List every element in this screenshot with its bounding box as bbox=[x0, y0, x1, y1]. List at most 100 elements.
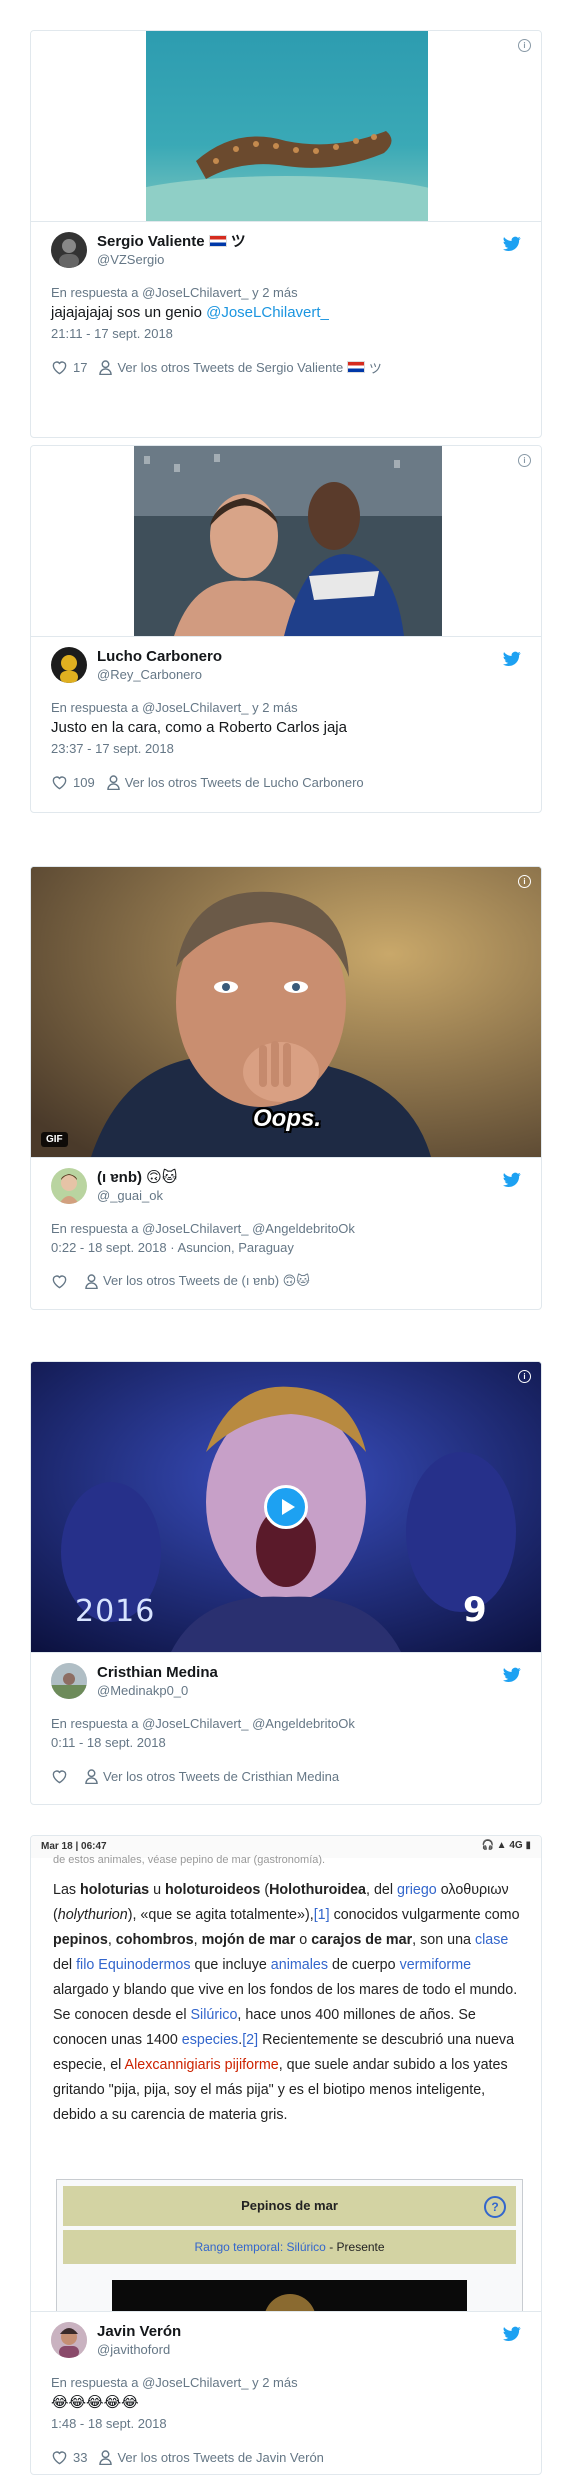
avatar[interactable] bbox=[51, 1663, 87, 1699]
wiki-text-run: conocidos vulgarmente como bbox=[329, 1907, 520, 1923]
battery-icon: ▮ bbox=[525, 1840, 531, 1851]
wiki-link[interactable]: clase bbox=[475, 1932, 508, 1948]
like-button[interactable] bbox=[51, 1769, 73, 1784]
wiki-link[interactable]: Silúrico bbox=[191, 2007, 238, 2023]
status-icons: 🎧 ▲ 4G ▮ bbox=[481, 1840, 531, 1851]
like-button[interactable] bbox=[51, 1274, 73, 1289]
wiki-link[interactable]: filo Equinodermos bbox=[76, 1957, 190, 1973]
person-icon bbox=[99, 2449, 113, 2465]
avatar[interactable] bbox=[51, 1168, 87, 1204]
author-handle[interactable]: @javithoford bbox=[97, 2341, 521, 2358]
play-icon[interactable] bbox=[264, 1485, 308, 1529]
view-other-tweets-link[interactable]: Ver los otros Tweets de (ı ɐnb) 🙃🐱 bbox=[85, 1273, 310, 1289]
author-handle[interactable]: @VZSergio bbox=[97, 251, 521, 268]
wiki-text-run: , bbox=[193, 1932, 202, 1948]
tweet-body: Javin Verón @javithoford En respuesta a … bbox=[31, 2312, 541, 2474]
wiki-text-run: ( bbox=[260, 1882, 270, 1898]
tweet-timestamp[interactable]: 23:37 - 17 sept. 2018 bbox=[51, 740, 521, 758]
like-button[interactable]: 17 bbox=[51, 360, 87, 375]
infobox-title: Pepinos de mar bbox=[241, 2198, 338, 2213]
sea-cucumber-image bbox=[146, 31, 428, 221]
wiki-link[interactable]: especies bbox=[182, 2032, 238, 2048]
wiki-text-run: Holothuroidea bbox=[269, 1882, 366, 1898]
view-other-tweets-link[interactable]: Ver los otros Tweets de Sergio Valiente … bbox=[99, 358, 382, 377]
reply-to-link[interactable]: @JoseLChilavert_ @AngeldebritoOk bbox=[142, 1221, 355, 1236]
avatar[interactable] bbox=[51, 647, 87, 683]
wiki-link[interactable]: [1] bbox=[314, 1907, 330, 1923]
view-other-tweets-link[interactable]: Ver los otros Tweets de Lucho Carbonero bbox=[106, 774, 364, 790]
view-other-tweets-link[interactable]: Ver los otros Tweets de Javin Verón bbox=[99, 2449, 324, 2465]
like-count: 33 bbox=[73, 2449, 88, 2465]
help-icon[interactable]: ? bbox=[484, 2196, 506, 2218]
tweet-timestamp[interactable]: 21:11 - 17 sept. 2018 bbox=[51, 325, 521, 343]
reply-to-link[interactable]: @JoseLChilavert_ @AngeldebritoOk bbox=[142, 1716, 355, 1731]
wiki-link[interactable]: griego bbox=[397, 1882, 437, 1898]
mention-link[interactable]: @JoseLChilavert_ bbox=[206, 304, 329, 321]
like-button[interactable]: 109 bbox=[51, 775, 95, 790]
reply-to-link[interactable]: @JoseLChilavert_ y 2 más bbox=[142, 700, 298, 715]
reply-to-link[interactable]: @JoseLChilavert_ y 2 más bbox=[142, 285, 298, 300]
infobox-range-link[interactable]: Silúrico bbox=[287, 2240, 326, 2254]
person-icon bbox=[106, 774, 120, 790]
reply-context: En respuesta a @JoseLChilavert_ y 2 más bbox=[51, 285, 298, 300]
twitter-bird-icon[interactable] bbox=[503, 2326, 521, 2342]
info-icon[interactable]: i bbox=[518, 1370, 531, 1383]
twitter-bird-icon[interactable] bbox=[503, 1172, 521, 1188]
author-name[interactable]: Cristhian Medina bbox=[97, 1663, 521, 1682]
avatar[interactable] bbox=[51, 2322, 87, 2358]
tweet-card: Oops. GIF i (ı ɐnb) 🙃🐱 @_guai_ok En resp… bbox=[30, 866, 542, 1310]
tweet-body: Cristhian Medina @Medinakp0_0 En respues… bbox=[31, 1653, 541, 1794]
tweet-location[interactable]: Asuncion, Paraguay bbox=[178, 1240, 294, 1255]
wiki-text-run: , del bbox=[366, 1882, 397, 1898]
tweet-text: 😂😂😂😂😂 bbox=[51, 2394, 139, 2411]
tweet-timestamp[interactable]: 0:22 - 18 sept. 2018 · Asuncion, Paragua… bbox=[51, 1239, 521, 1257]
tweet-actions: 109 Ver los otros Tweets de Lucho Carbon… bbox=[51, 764, 521, 800]
heart-icon bbox=[52, 360, 67, 374]
heart-icon bbox=[52, 1769, 67, 1783]
wiki-text-run: , son una bbox=[412, 1932, 475, 1948]
wiki-link[interactable]: vermiforme bbox=[400, 1957, 472, 1973]
reply-to-link[interactable]: @JoseLChilavert_ y 2 más bbox=[142, 2375, 298, 2390]
tweet-media-screenshot[interactable]: Mar 18 | 06:47 🎧 ▲ 4G ▮ de estos animale… bbox=[31, 1836, 541, 2312]
infobox-title-bar: Pepinos de mar ? bbox=[63, 2186, 516, 2226]
gif-badge: GIF bbox=[41, 1132, 68, 1147]
info-icon[interactable]: i bbox=[518, 875, 531, 888]
tweet-media-photo[interactable]: i bbox=[31, 446, 541, 637]
view-other-tweets-link[interactable]: Ver los otros Tweets de Cristhian Medina bbox=[85, 1769, 339, 1784]
tweet-timestamp[interactable]: 1:48 - 18 sept. 2018 bbox=[51, 2415, 521, 2433]
info-icon[interactable]: i bbox=[518, 454, 531, 467]
wiki-link[interactable]: [2] bbox=[242, 2032, 258, 2048]
wiki-link[interactable]: animales bbox=[271, 1957, 328, 1973]
video-watermark-right: 9 bbox=[463, 1590, 487, 1630]
info-icon[interactable]: i bbox=[518, 39, 531, 52]
person-icon bbox=[85, 1273, 98, 1289]
author-handle[interactable]: @Medinakp0_0 bbox=[97, 1682, 521, 1699]
tweet-media-gif[interactable]: Oops. GIF i bbox=[31, 867, 541, 1158]
author-name[interactable]: Sergio Valiente ツ bbox=[97, 232, 521, 251]
like-button[interactable]: 33 bbox=[51, 2450, 87, 2465]
twitter-bird-icon[interactable] bbox=[503, 1667, 521, 1683]
reply-context: En respuesta a @JoseLChilavert_ @Angelde… bbox=[51, 1716, 355, 1731]
wiki-top-note: de estos animales, véase pepino de mar (… bbox=[53, 1854, 326, 1866]
tweet-actions: 17 Ver los otros Tweets de Sergio Valien… bbox=[51, 349, 521, 385]
author-name[interactable]: Javin Verón bbox=[97, 2322, 521, 2341]
infobox-image bbox=[112, 2280, 467, 2311]
wiki-red-link[interactable]: Alexcannigiaris pijiforme bbox=[125, 2057, 279, 2073]
author-handle[interactable]: @_guai_ok bbox=[97, 1187, 521, 1204]
author-handle[interactable]: @Rey_Carbonero bbox=[97, 666, 521, 683]
paraguay-flag-icon bbox=[208, 235, 227, 247]
author-name[interactable]: (ı ɐnb) 🙃🐱 bbox=[97, 1168, 521, 1187]
tweet-body: Sergio Valiente ツ @VZSergio En respuesta… bbox=[31, 222, 541, 385]
author-name[interactable]: Lucho Carbonero bbox=[97, 647, 521, 666]
twitter-bird-icon[interactable] bbox=[503, 651, 521, 667]
wiki-text-run: de cuerpo bbox=[328, 1957, 400, 1973]
headphones-icon: 🎧 bbox=[481, 1840, 494, 1851]
avatar[interactable] bbox=[51, 232, 87, 268]
wiki-text-run: o bbox=[295, 1932, 312, 1948]
wiki-article-paragraph: Las holoturias u holoturoideos (Holothur… bbox=[53, 1878, 523, 2128]
tweet-media-photo[interactable]: i bbox=[31, 31, 541, 222]
twitter-bird-icon[interactable] bbox=[503, 236, 521, 252]
person-icon bbox=[99, 359, 113, 375]
tweet-timestamp[interactable]: 0:11 - 18 sept. 2018 bbox=[51, 1734, 521, 1752]
tweet-media-video[interactable]: 2016 9 i bbox=[31, 1362, 541, 1653]
